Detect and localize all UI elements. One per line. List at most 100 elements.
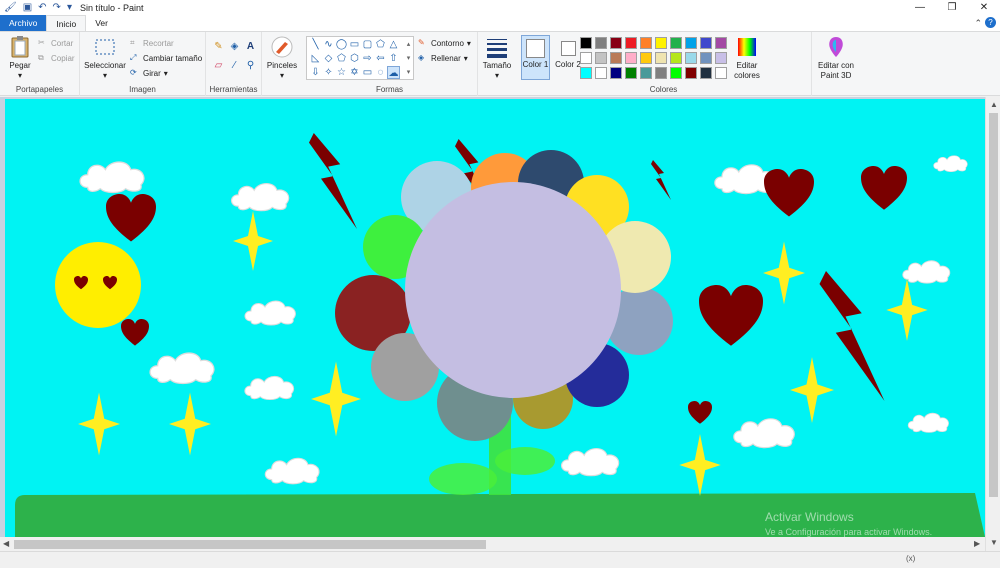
palette-swatch[interactable] (700, 37, 712, 49)
palette-swatch[interactable] (685, 52, 697, 64)
vertical-scroll-thumb[interactable] (989, 113, 998, 497)
vertical-scrollbar[interactable]: ▲ ▼ (985, 97, 1000, 551)
palette-swatch[interactable] (640, 67, 652, 79)
cloud-callout-shape-icon[interactable]: ☁ (387, 66, 400, 79)
brushes-button[interactable]: Pinceles ▾ (265, 35, 299, 81)
rounded-rectangle-shape-icon[interactable]: ▢ (361, 38, 374, 51)
four-point-star-shape-icon[interactable]: ✧ (322, 66, 335, 79)
paste-button[interactable]: Pegar ▾ (6, 35, 34, 81)
rotate-button[interactable]: ⟳ Girar ▾ (130, 68, 168, 78)
shapes-more-icon[interactable]: ▾ (402, 66, 415, 79)
pentagon-shape-icon[interactable]: ⬠ (335, 52, 348, 65)
restore-button[interactable]: ❐ (936, 0, 968, 16)
palette-swatch[interactable] (580, 67, 592, 79)
palette-swatch[interactable] (610, 67, 622, 79)
triangle-shape-icon[interactable]: △ (387, 38, 400, 51)
palette-swatch[interactable] (715, 67, 727, 79)
copy-button[interactable]: ⧉ Copiar (38, 53, 75, 63)
undo-icon[interactable]: ↶ (38, 0, 46, 16)
scroll-up-icon[interactable]: ▲ (990, 99, 998, 111)
palette-swatch[interactable] (685, 67, 697, 79)
right-arrow-shape-icon[interactable]: ⇨ (361, 52, 374, 65)
scroll-down-icon[interactable]: ▼ (990, 537, 998, 549)
palette-swatch[interactable] (610, 37, 622, 49)
close-button[interactable]: ✕ (968, 0, 1000, 16)
palette-swatch[interactable] (640, 52, 652, 64)
palette-swatch[interactable] (715, 37, 727, 49)
text-tool-icon[interactable]: A (244, 40, 257, 53)
palette-swatch[interactable] (685, 37, 697, 49)
line-shape-icon[interactable]: ╲ (309, 38, 322, 51)
rectangle-shape-icon[interactable]: ▭ (348, 38, 361, 51)
palette-swatch[interactable] (595, 37, 607, 49)
help-icon[interactable]: ? (985, 17, 996, 28)
horizontal-scroll-thumb[interactable] (14, 540, 486, 549)
six-point-star-shape-icon[interactable]: ✡ (348, 66, 361, 79)
palette-swatch[interactable] (670, 52, 682, 64)
color2-button[interactable]: Color 2 (555, 38, 581, 69)
crop-button[interactable]: ⌗ Recortar (130, 38, 174, 48)
five-point-star-shape-icon[interactable]: ☆ (335, 66, 348, 79)
polygon-shape-icon[interactable]: ⬠ (374, 38, 387, 51)
callout-oval-shape-icon[interactable]: ◌ (374, 66, 387, 79)
left-arrow-shape-icon[interactable]: ⇦ (374, 52, 387, 65)
outline-button[interactable]: ✎ Contorno ▾ (418, 38, 471, 48)
customize-quick-access-icon[interactable]: ▾ (67, 0, 72, 16)
paint-app-icon: 🖌 (4, 2, 17, 13)
diamond-shape-icon[interactable]: ◇ (322, 52, 335, 65)
palette-swatch[interactable] (670, 67, 682, 79)
palette-swatch[interactable] (625, 67, 637, 79)
color-picker-icon[interactable]: ⁄ (228, 59, 241, 72)
fill-bucket-icon[interactable]: ◈ (228, 40, 241, 53)
tab-archivo[interactable]: Archivo (0, 15, 47, 31)
palette-swatch[interactable] (610, 52, 622, 64)
magnifier-icon[interactable]: ⚲ (244, 59, 257, 72)
redo-icon[interactable]: ↷ (53, 0, 61, 16)
palette-swatch[interactable] (700, 52, 712, 64)
save-icon[interactable]: ▣ (23, 0, 32, 16)
tab-inicio[interactable]: Inicio (46, 15, 87, 31)
palette-swatch[interactable] (580, 37, 592, 49)
resize-button[interactable]: ⤢ Cambiar tamaño (130, 53, 202, 63)
palette-swatch[interactable] (625, 52, 637, 64)
palette-swatch[interactable] (640, 37, 652, 49)
palette-swatch[interactable] (595, 67, 607, 79)
palette-swatch[interactable] (655, 52, 667, 64)
hexagon-shape-icon[interactable]: ⬡ (348, 52, 361, 65)
callout-rect-shape-icon[interactable]: ▭ (361, 66, 374, 79)
oval-shape-icon[interactable]: ◯ (335, 38, 348, 51)
drawing-canvas[interactable] (5, 99, 985, 537)
size-label: Tamaño (482, 61, 512, 70)
scroll-left-icon[interactable]: ◀ (3, 538, 9, 550)
down-arrow-shape-icon[interactable]: ⇩ (309, 66, 322, 79)
shapes-scroll-down-icon[interactable]: ▾ (402, 52, 415, 65)
scroll-right-icon[interactable]: ▶ (974, 538, 980, 550)
palette-swatch[interactable] (670, 37, 682, 49)
eraser-icon[interactable]: ▱ (212, 59, 225, 72)
size-button[interactable]: Tamaño ▾ (481, 35, 513, 81)
select-dropdown-icon[interactable]: ▾ (103, 71, 107, 81)
pencil-icon[interactable]: ✎ (212, 40, 225, 53)
edit-colors-button[interactable]: Editar colores (730, 35, 764, 81)
shapes-scroll-up-icon[interactable]: ▴ (402, 38, 415, 51)
palette-swatch[interactable] (580, 52, 592, 64)
palette-swatch[interactable] (715, 52, 727, 64)
fill-button[interactable]: ◈ Rellenar ▾ (418, 53, 468, 63)
palette-swatch[interactable] (655, 37, 667, 49)
color1-button[interactable]: Color 1 (521, 35, 550, 80)
paste-dropdown-icon[interactable]: ▾ (18, 71, 22, 81)
palette-swatch[interactable] (655, 67, 667, 79)
paint3d-button[interactable]: Editar con Paint 3D (814, 35, 858, 81)
up-arrow-shape-icon[interactable]: ⇧ (387, 52, 400, 65)
palette-swatch[interactable] (595, 52, 607, 64)
minimize-button[interactable]: — (904, 0, 936, 16)
select-button[interactable]: Seleccionar ▾ (84, 35, 126, 81)
horizontal-scrollbar[interactable]: ◀ ▶ (0, 537, 985, 551)
curve-shape-icon[interactable]: ∿ (322, 38, 335, 51)
palette-swatch[interactable] (700, 67, 712, 79)
cut-button[interactable]: ✂ Cortar (38, 38, 73, 48)
palette-swatch[interactable] (625, 37, 637, 49)
right-triangle-shape-icon[interactable]: ◺ (309, 52, 322, 65)
collapse-ribbon-icon[interactable]: ⌃ (974, 18, 982, 29)
tab-ver[interactable]: Ver (86, 15, 117, 31)
